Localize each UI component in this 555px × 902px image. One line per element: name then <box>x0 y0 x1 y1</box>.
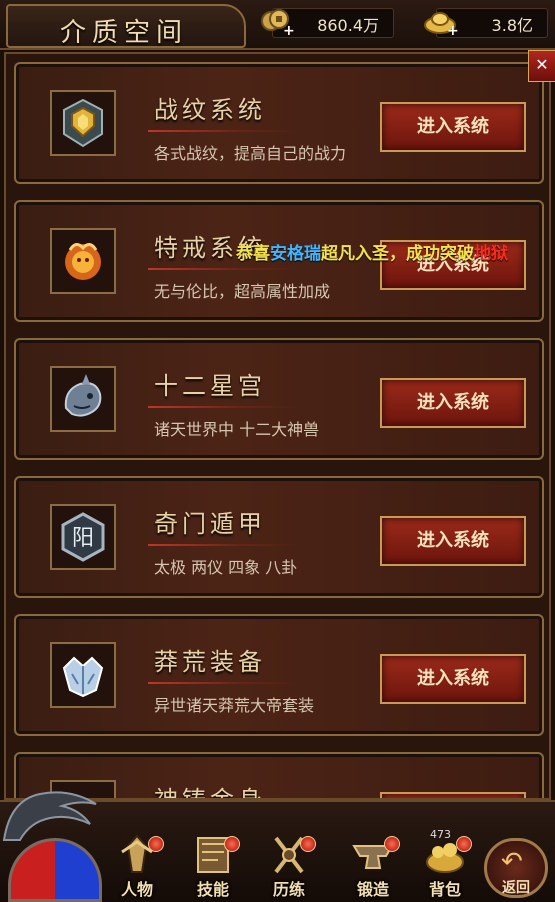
bag-count-badge: 473 <box>430 828 451 841</box>
system-icon-frame: 阳 <box>50 504 116 570</box>
title-plate: 介质空间 <box>6 4 246 48</box>
broadcast-segment: 成功突破 <box>406 244 474 264</box>
system-icon-frame <box>50 642 116 708</box>
system-title: 战纹系统 <box>154 96 266 124</box>
fire-beast-icon <box>65 243 101 280</box>
close-icon: ✕ <box>535 55 549 74</box>
title-underline <box>148 406 298 408</box>
system-description: 无与伦比，超高属性加成 <box>154 282 331 301</box>
top-bar: 介质空间 + 860.4万 + 3.8亿 <box>0 0 555 50</box>
system-title: 奇门遁甲 <box>154 510 266 538</box>
enter-system-button[interactable]: 进入系统 <box>380 792 526 798</box>
copper-value: 860.4万 <box>317 16 379 35</box>
title-underline <box>148 682 298 684</box>
gold-value: 3.8亿 <box>491 16 533 35</box>
enter-system-button[interactable]: 进入系统 <box>380 102 526 152</box>
nav-forge-button[interactable]: 锻造 <box>340 832 406 899</box>
notification-dot <box>224 836 240 852</box>
gold-display[interactable]: + 3.8亿 <box>424 8 548 39</box>
enter-system-button[interactable]: 进入系统 <box>380 516 526 566</box>
svg-text:阳: 阳 <box>72 526 94 551</box>
broadcast-player-name: 安格瑞 <box>270 244 321 264</box>
nav-bag-button[interactable]: 背包 <box>412 832 478 899</box>
nav-character-button[interactable]: 人物 <box>104 832 170 899</box>
hp-mp-orb <box>8 838 102 902</box>
armor-icon <box>62 656 104 698</box>
shield-emblem-icon <box>63 98 103 148</box>
system-title: 十二星宫 <box>154 372 266 400</box>
nav-skill-button[interactable]: 技能 <box>180 832 246 899</box>
system-card: 战纹系统 各式战纹，提高自己的战力 进入系统 <box>14 62 544 184</box>
nav-training-button[interactable]: 历练 <box>256 832 322 899</box>
nav-label: 技能 <box>196 880 229 899</box>
close-button[interactable]: ✕ <box>528 50 555 82</box>
nav-label: 历练 <box>272 880 305 899</box>
system-list-panel[interactable]: 战纹系统 各式战纹，提高自己的战力 进入系统 特戒系统 无与伦比，超高属性加成 … <box>4 52 551 800</box>
nav-label: 背包 <box>428 880 461 899</box>
page-title: 介质空间 <box>60 18 189 48</box>
broadcast-segment: 恭喜 <box>236 244 270 264</box>
title-underline <box>148 130 298 132</box>
enter-system-button[interactable]: 进入系统 <box>380 654 526 704</box>
system-icon-frame <box>50 366 116 432</box>
enter-system-button[interactable]: 进入系统 <box>380 378 526 428</box>
system-title: 莽荒装备 <box>154 648 266 676</box>
copper-display[interactable]: + 860.4万 <box>261 8 394 39</box>
system-card: 十二星宫 诸天世界中 十二大神兽 进入系统 <box>14 338 544 460</box>
title-underline <box>148 268 298 270</box>
system-card: 阳 奇门遁甲 太极 两仪 四象 八卦 进入系统 <box>14 476 544 598</box>
system-description: 诸天世界中 十二大神兽 <box>154 420 320 439</box>
broadcast-segment: 地狱 <box>474 244 508 264</box>
system-description: 各式战纹，提高自己的战力 <box>154 144 347 163</box>
dragon-head-icon <box>64 374 102 417</box>
system-description: 太极 两仪 四象 八卦 <box>154 558 298 577</box>
system-title: 神铸金身 <box>154 786 266 800</box>
system-description: 异世诸天莽荒大帝套装 <box>154 696 315 715</box>
bottom-nav-bar: 人物 技能 历练 锻造 背包 <box>0 791 555 902</box>
system-icon-frame <box>50 90 116 156</box>
yang-hexagon-icon: 阳 <box>61 512 105 562</box>
nav-label: 锻造 <box>356 880 389 899</box>
title-underline <box>148 544 298 546</box>
broadcast-marquee: 恭喜安格瑞超凡入圣，成功突破地狱 <box>236 239 508 264</box>
back-arrow-icon: ↶ <box>501 847 523 877</box>
notification-dot <box>300 836 316 852</box>
system-card: 莽荒装备 异世诸天莽荒大帝套装 进入系统 <box>14 614 544 736</box>
notification-dot <box>456 836 472 852</box>
dragon-ornament-icon <box>2 791 97 841</box>
system-icon-frame <box>50 228 116 294</box>
back-label: 返回 <box>502 880 530 896</box>
notification-dot <box>384 836 400 852</box>
notification-dot <box>148 836 164 852</box>
broadcast-segment: 超凡入圣， <box>321 244 406 264</box>
nav-label: 人物 <box>120 880 153 899</box>
back-button[interactable]: ↶ 返回 <box>484 838 548 898</box>
